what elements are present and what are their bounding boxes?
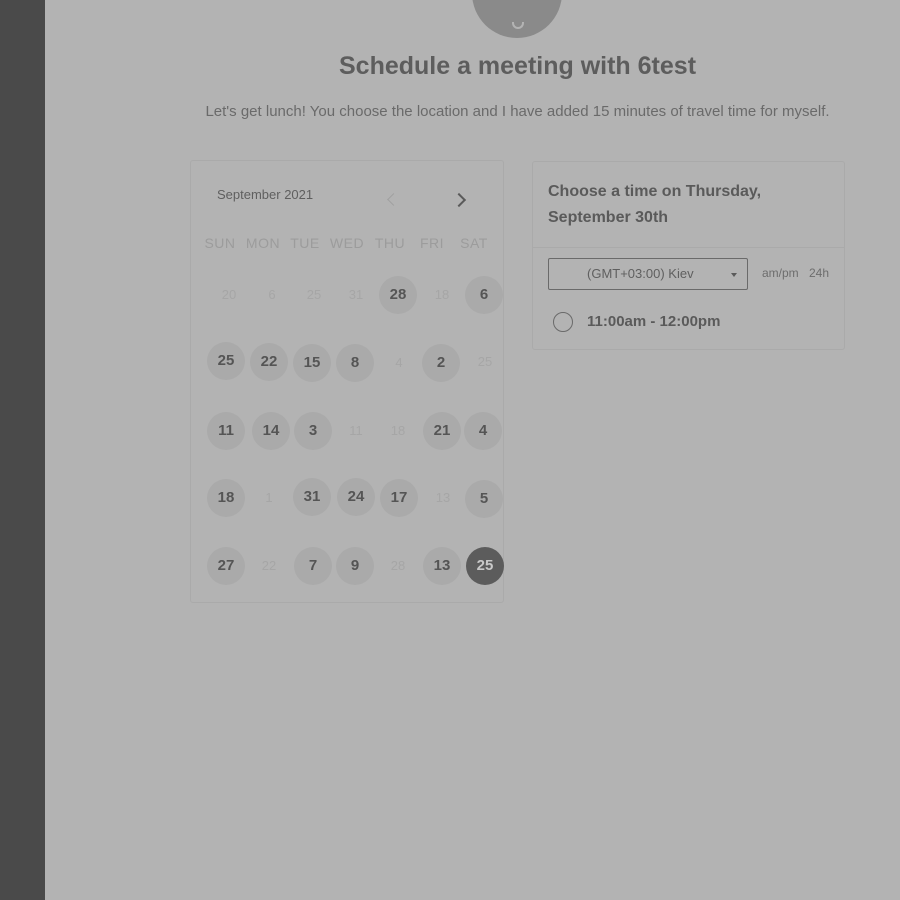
calendar-day[interactable]: 8 — [336, 344, 374, 382]
calendar-card: September 2021 SUN MON TUE WED THU FRI S… — [190, 160, 504, 603]
calendar-day: 25 — [306, 287, 322, 302]
left-sidebar — [0, 0, 45, 900]
calendar-day[interactable]: 18 — [207, 479, 245, 517]
weekday-mon: MON — [245, 235, 281, 251]
calendar-day[interactable]: 2 — [422, 344, 460, 382]
time-picker-card: Choose a time on Thursday, September 30t… — [532, 161, 845, 350]
calendar-day[interactable]: 5 — [465, 480, 503, 518]
weekday-sun: SUN — [204, 235, 236, 251]
timezone-value: (GMT+03:00) Kiev — [587, 266, 694, 281]
weekday-wed: WED — [329, 235, 365, 251]
calendar-day: 11 — [349, 423, 363, 438]
weekday-tue: TUE — [290, 235, 320, 251]
calendar-day[interactable]: 3 — [294, 412, 332, 450]
calendar-day: 6 — [268, 287, 276, 302]
calendar-day: 31 — [348, 287, 364, 302]
next-month-button[interactable] — [451, 189, 471, 211]
weekday-thu: THU — [374, 235, 406, 251]
calendar-day: 18 — [390, 423, 406, 438]
calendar-day[interactable]: 24 — [337, 478, 375, 516]
calendar-day[interactable]: 17 — [380, 479, 418, 517]
calendar-day[interactable]: 7 — [294, 547, 332, 585]
format-24h-toggle[interactable]: 24h — [809, 266, 829, 280]
time-slot-label: 11:00am - 12:00pm — [587, 313, 721, 330]
calendar-day: 13 — [435, 490, 451, 505]
time-picker-title: Choose a time on Thursday, September 30t… — [548, 183, 762, 226]
calendar-day[interactable]: 28 — [379, 276, 417, 314]
chevron-right-icon — [451, 192, 467, 208]
calendar-day: 4 — [395, 355, 403, 370]
caret-down-icon — [731, 273, 737, 277]
calendar-day[interactable]: 6 — [465, 276, 503, 314]
calendar-day: 18 — [434, 287, 450, 302]
weekday-fri: FRI — [419, 235, 445, 251]
calendar-day[interactable]: 27 — [207, 547, 245, 585]
calendar-day[interactable]: 14 — [252, 412, 290, 450]
calendar-day[interactable]: 15 — [293, 344, 331, 382]
calendar-day[interactable]: 4 — [464, 412, 502, 450]
page-subtitle: Let's get lunch! You choose the location… — [205, 103, 830, 120]
calendar-day[interactable]: 9 — [336, 547, 374, 585]
calendar-day[interactable]: 22 — [250, 343, 288, 381]
timezone-select[interactable]: (GMT+03:00) Kiev — [548, 258, 748, 290]
calendar-day[interactable]: 31 — [293, 478, 331, 516]
month-label: September 2021 — [217, 187, 314, 202]
calendar-day[interactable]: 11 — [207, 412, 245, 450]
weekday-sat: SAT — [460, 235, 488, 251]
calendar-day[interactable]: 21 — [423, 412, 461, 450]
avatar — [472, 0, 562, 38]
time-slot[interactable]: 11:00am - 12:00pm — [553, 312, 813, 336]
calendar-day-selected[interactable]: 25 — [466, 547, 504, 585]
calendar-day: 20 — [221, 287, 237, 302]
calendar-day: 25 — [477, 354, 493, 369]
calendar-day[interactable]: 25 — [207, 342, 245, 380]
calendar-day[interactable]: 13 — [423, 547, 461, 585]
main-content: Schedule a meeting with 6test Let's get … — [45, 0, 900, 900]
calendar-day: 28 — [390, 558, 406, 573]
format-ampm-toggle[interactable]: am/pm — [762, 266, 799, 280]
previous-month-button[interactable] — [381, 189, 401, 211]
chevron-left-icon — [387, 193, 400, 206]
page-title: Schedule a meeting with 6test — [338, 52, 697, 80]
radio-button[interactable] — [553, 312, 573, 332]
calendar-day: 22 — [261, 558, 277, 573]
time-picker-header: Choose a time on Thursday, September 30t… — [533, 162, 844, 248]
calendar-day: 1 — [265, 490, 273, 505]
